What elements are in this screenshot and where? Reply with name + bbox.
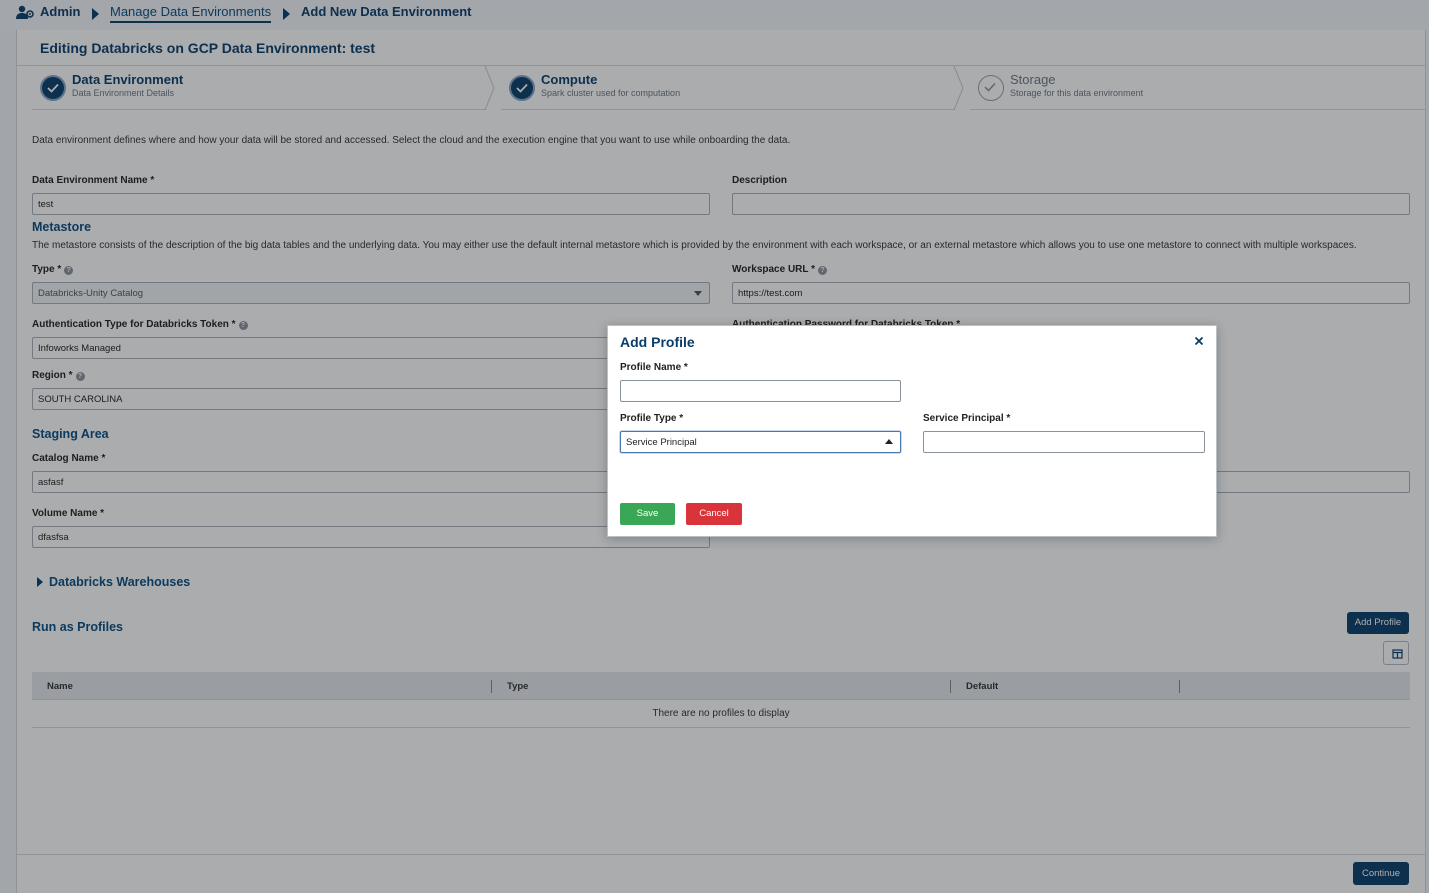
service-principal-label: Service Principal * (923, 413, 1011, 424)
service-principal-input[interactable] (923, 431, 1205, 453)
profile-type-value: Service Principal (626, 437, 697, 448)
dialog-title: Add Profile (620, 334, 695, 350)
close-icon[interactable] (1194, 336, 1204, 346)
add-profile-dialog: Add Profile Profile Name * Profile Type … (607, 325, 1217, 537)
cancel-button[interactable]: Cancel (686, 503, 742, 525)
chevron-up-icon (885, 439, 893, 444)
profile-type-select[interactable]: Service Principal (620, 431, 901, 453)
save-button[interactable]: Save (620, 503, 675, 525)
profile-name-input[interactable] (620, 380, 901, 402)
profile-type-label: Profile Type * (620, 413, 684, 424)
profile-name-label: Profile Name * (620, 362, 688, 373)
